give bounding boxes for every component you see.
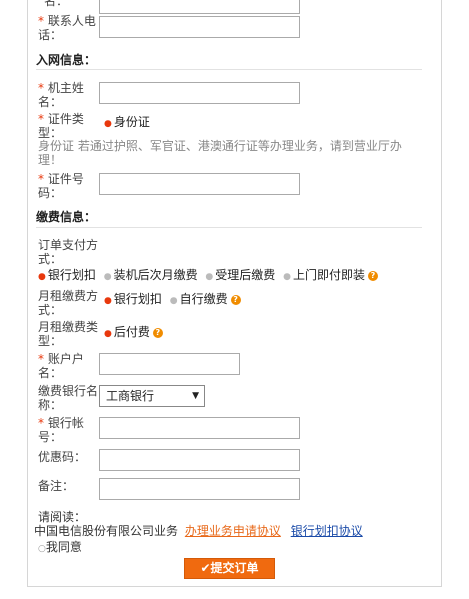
bank-debit-agreement-link[interactable]: 银行划扣协议 (291, 524, 363, 538)
id-note: 身份证 若通过护照、军官证、港澳通行证等办理业务，请到营业厅办理！ (38, 139, 402, 167)
divider (36, 69, 422, 70)
monthly-option-bank[interactable]: ● 银行划扣 (104, 292, 162, 306)
bank-account-input[interactable] (99, 417, 300, 439)
order-payment-label: 订单支付方式： (38, 238, 99, 266)
service-agreement-link[interactable]: 办理业务申请协议 (185, 524, 281, 538)
bank-account-label: * 银行帐号： (38, 416, 84, 444)
help-icon[interactable]: ? (152, 327, 163, 338)
contact-phone-label: * 联系人电话： (38, 14, 96, 42)
help-icon[interactable]: ? (367, 270, 378, 281)
radio-dot-icon: ● (104, 119, 112, 129)
owner-name-label: * 机主姓名： (38, 81, 84, 109)
radio-dot-icon: ● (104, 329, 112, 339)
network-section-title: 入网信息： (36, 53, 97, 67)
submit-order-button[interactable]: ✔提交订单 (184, 558, 275, 579)
remark-input[interactable] (99, 478, 300, 500)
bank-select[interactable]: 工商银行 ▼ (99, 385, 205, 407)
divider (36, 227, 422, 228)
radio-dot-icon: ● (104, 296, 112, 306)
account-name-label: * 账户户名： (38, 352, 84, 380)
monthly-method-label: 月租缴费方式： (38, 289, 99, 317)
checkbox-icon: ○ (38, 544, 46, 554)
remark-label: 备注： (38, 479, 75, 493)
monthly-type-option[interactable]: ● 后付费? (104, 323, 163, 340)
order-option-next-month[interactable]: ● 装机后次月缴费 (104, 268, 198, 282)
monthly-method-options: ● 银行划扣 ● 自行缴费? (104, 290, 241, 307)
help-icon[interactable]: ? (230, 294, 241, 305)
id-type-radio[interactable]: ● 身份证 (104, 113, 150, 130)
order-option-door-pay[interactable]: ● 上门即付即装 (283, 268, 365, 282)
owner-name-input[interactable] (99, 82, 300, 104)
order-option-bank[interactable]: ● 银行划扣 (38, 268, 96, 282)
radio-dot-icon: ● (205, 272, 214, 282)
agreement-line: 中国电信股份有限公司业务 办理业务申请协议 银行划扣协议 (34, 522, 363, 539)
id-number-label: * 证件号码： (38, 172, 84, 200)
company-text: 中国电信股份有限公司业务 (34, 524, 179, 538)
contact-phone-input[interactable] (99, 16, 300, 38)
order-payment-options: ● 银行划扣 ● 装机后次月缴费 ● 受理后缴费 ● 上门即付即装? (38, 266, 378, 283)
id-type-label: * 证件类型： (38, 112, 84, 140)
bank-name-label: 缴费银行名称： (38, 384, 99, 412)
promo-label: 优惠码： (38, 450, 87, 464)
agree-checkbox[interactable]: ○我同意 (38, 538, 82, 555)
name-input[interactable] (99, 0, 300, 14)
radio-dot-icon: ● (38, 272, 46, 282)
radio-dot-icon: ● (103, 272, 112, 282)
radio-dot-icon: ● (283, 272, 291, 282)
account-name-input[interactable] (99, 353, 240, 375)
monthly-option-self[interactable]: ● 自行缴费 (170, 292, 228, 306)
checkmark-icon: ✔ (200, 561, 211, 575)
order-option-after-accept[interactable]: ● 受理后缴费 (205, 268, 275, 282)
dropdown-arrow-icon: ▼ (192, 391, 199, 401)
id-number-input[interactable] (99, 173, 300, 195)
promo-input[interactable] (99, 449, 300, 471)
monthly-type-label: 月租缴费类型： (38, 320, 99, 348)
radio-dot-icon: ● (169, 296, 178, 306)
payment-section-title: 缴费信息： (36, 210, 97, 224)
name-label-tail: 名： (44, 0, 69, 8)
